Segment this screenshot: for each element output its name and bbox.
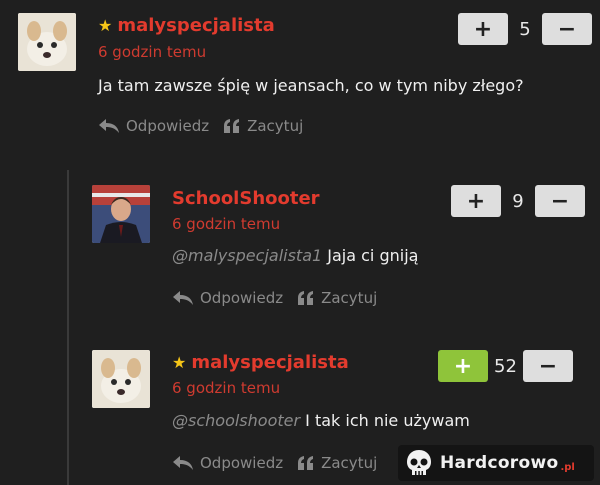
reply-button[interactable]: Odpowiedz xyxy=(172,454,283,472)
star-icon: ★ xyxy=(172,353,187,372)
timestamp[interactable]: 6 godzin temu xyxy=(172,215,280,233)
thread-line xyxy=(67,170,69,485)
vote-count: 9 xyxy=(512,190,524,212)
comment-text: @malyspecjalista1 Jaja ci gniją xyxy=(172,246,418,265)
logo-text: Hardcorowo xyxy=(440,453,559,473)
quote-icon xyxy=(224,119,240,133)
mention-link[interactable]: @malyspecjalista1 xyxy=(172,246,322,265)
reply-icon xyxy=(99,119,119,133)
logo-suffix: .pl xyxy=(560,462,575,473)
skull-icon xyxy=(407,450,431,475)
comment-actions: Odpowiedz Zacytuj xyxy=(172,454,377,472)
reply-label: Odpowiedz xyxy=(200,289,284,307)
star-icon: ★ xyxy=(98,16,113,35)
comment-text: Ja tam zawsze śpię w jeansach, co w tym … xyxy=(98,76,524,95)
vote-count: 5 xyxy=(519,18,531,40)
timestamp[interactable]: 6 godzin temu xyxy=(98,43,206,61)
upvote-button[interactable]: + xyxy=(438,350,488,382)
upvote-button[interactable]: + xyxy=(458,13,508,45)
author-line: ★ malyspecjalista xyxy=(98,15,275,36)
reply-button[interactable]: Odpowiedz xyxy=(172,289,283,307)
vote-count: 52 xyxy=(494,355,517,377)
author-name[interactable]: SchoolShooter xyxy=(172,188,320,209)
author-name[interactable]: malyspecjalista xyxy=(117,15,274,36)
vote-box: + 52 − xyxy=(438,350,573,382)
quote-button[interactable]: Zacytuj xyxy=(297,289,377,307)
downvote-button[interactable]: − xyxy=(522,350,573,382)
mention-link[interactable]: @schoolshooter xyxy=(172,411,300,430)
comment-actions: Odpowiedz Zacytuj xyxy=(172,289,377,307)
avatar[interactable] xyxy=(92,350,150,408)
downvote-button[interactable]: − xyxy=(535,185,585,217)
downvote-button[interactable]: − xyxy=(542,13,592,45)
avatar[interactable] xyxy=(92,185,150,243)
quote-label: Zacytuj xyxy=(247,117,304,135)
vote-box: + 5 − xyxy=(458,13,592,45)
quote-button[interactable]: Zacytuj xyxy=(223,117,303,135)
quote-label: Zacytuj xyxy=(321,454,378,472)
reply-icon xyxy=(173,456,193,470)
quote-button[interactable]: Zacytuj xyxy=(297,454,377,472)
comment-body: Jaja ci gniją xyxy=(327,246,419,265)
quote-icon xyxy=(298,291,314,305)
author-name[interactable]: malyspecjalista xyxy=(191,352,348,373)
comment-text: @schoolshooter I tak ich nie używam xyxy=(172,411,470,430)
reply-label: Odpowiedz xyxy=(126,117,210,135)
comment-actions: Odpowiedz Zacytuj xyxy=(98,117,303,135)
site-logo: Hardcorowo .pl xyxy=(398,445,594,481)
comment-body: Ja tam zawsze śpię w jeansach, co w tym … xyxy=(98,76,524,95)
author-line: SchoolShooter xyxy=(172,188,320,209)
comment-body: I tak ich nie używam xyxy=(305,411,470,430)
timestamp[interactable]: 6 godzin temu xyxy=(172,379,280,397)
quote-label: Zacytuj xyxy=(321,289,378,307)
author-line: ★ malyspecjalista xyxy=(172,352,349,373)
upvote-button[interactable]: + xyxy=(451,185,501,217)
reply-button[interactable]: Odpowiedz xyxy=(98,117,209,135)
reply-icon xyxy=(173,291,193,305)
vote-box: + 9 − xyxy=(451,185,585,217)
quote-icon xyxy=(298,456,314,470)
avatar[interactable] xyxy=(18,13,76,71)
reply-label: Odpowiedz xyxy=(200,454,284,472)
